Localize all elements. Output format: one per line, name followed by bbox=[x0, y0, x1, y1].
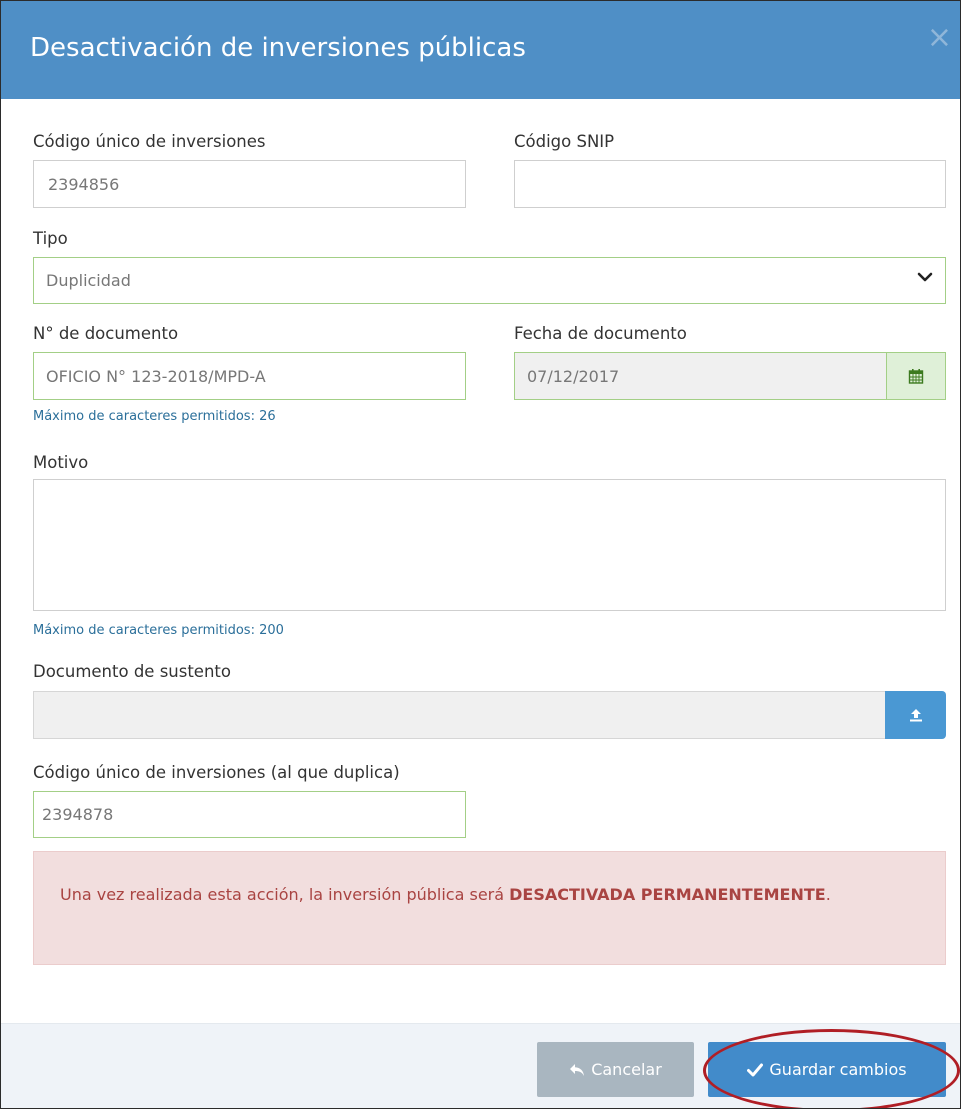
upload-button[interactable] bbox=[885, 691, 946, 739]
calendar-button[interactable] bbox=[886, 352, 946, 400]
codigo-snip-input[interactable] bbox=[514, 160, 946, 208]
nro-documento-input[interactable]: OFICIO N° 123-2018/MPD-A bbox=[33, 352, 466, 400]
chevron-down-icon bbox=[917, 272, 933, 282]
check-icon bbox=[747, 1063, 764, 1077]
upload-icon bbox=[909, 709, 922, 722]
tipo-label: Tipo bbox=[33, 229, 68, 248]
cancel-button[interactable]: Cancelar bbox=[537, 1042, 694, 1097]
nro-documento-label: N° de documento bbox=[33, 324, 179, 343]
alert-end: . bbox=[825, 885, 831, 904]
codigo-duplica-label: Código único de inversiones (al que dupl… bbox=[33, 763, 400, 782]
codigo-unico-label: Código único de inversiones bbox=[33, 132, 266, 151]
alert-text: Una vez realizada esta acción, la invers… bbox=[60, 885, 510, 904]
alert-strong: DESACTIVADA PERMANENTEMENTE bbox=[509, 885, 826, 904]
documento-sustento-input[interactable] bbox=[33, 691, 886, 739]
close-icon[interactable]: × bbox=[927, 23, 952, 53]
fecha-documento-input[interactable]: 07/12/2017 bbox=[514, 352, 887, 400]
modal-header: Desactivación de inversiones públicas × bbox=[1, 1, 960, 99]
warning-alert: Una vez realizada esta acción, la invers… bbox=[33, 851, 946, 965]
codigo-snip-label: Código SNIP bbox=[514, 132, 615, 151]
motivo-hint: Máximo de caracteres permitidos: 200 bbox=[33, 623, 284, 638]
calendar-icon bbox=[908, 369, 924, 384]
documento-sustento-label: Documento de sustento bbox=[33, 662, 231, 681]
tipo-selected-value: Duplicidad bbox=[46, 271, 131, 290]
fecha-documento-label: Fecha de documento bbox=[514, 324, 687, 343]
motivo-textarea[interactable] bbox=[33, 479, 946, 611]
codigo-unico-input[interactable]: 2394856 bbox=[33, 160, 466, 208]
codigo-duplica-input[interactable]: 2394878 bbox=[33, 791, 466, 838]
nro-documento-hint: Máximo de caracteres permitidos: 26 bbox=[33, 409, 276, 424]
save-button[interactable]: Guardar cambios bbox=[708, 1042, 946, 1097]
motivo-label: Motivo bbox=[33, 453, 89, 472]
deactivation-modal: Desactivación de inversiones públicas × … bbox=[0, 0, 961, 1109]
save-label: Guardar cambios bbox=[769, 1060, 907, 1079]
cancel-label: Cancelar bbox=[591, 1060, 662, 1079]
tipo-select[interactable]: Duplicidad bbox=[33, 257, 946, 304]
modal-title: Desactivación de inversiones públicas bbox=[30, 33, 526, 63]
reply-icon bbox=[569, 1063, 585, 1077]
